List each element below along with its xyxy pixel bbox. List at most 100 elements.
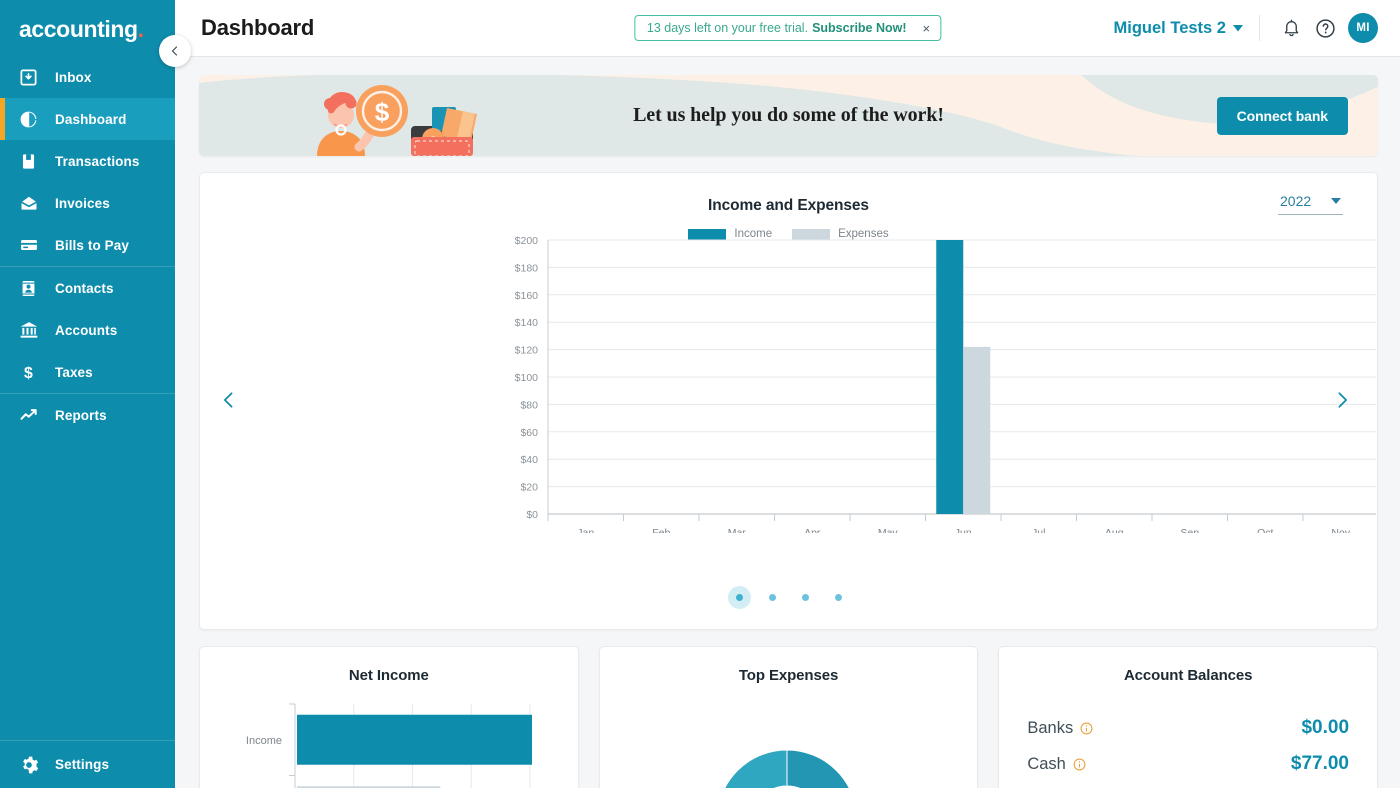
y-axis-tick: $100 bbox=[515, 372, 539, 384]
x-axis-label: Oct bbox=[1257, 527, 1273, 533]
sidebar-item-invoices[interactable]: Invoices bbox=[0, 182, 175, 224]
sidebar-item-contacts[interactable]: Contacts bbox=[0, 267, 175, 309]
subscribe-now-link[interactable]: Subscribe Now! bbox=[812, 21, 906, 35]
brand-name: accounting bbox=[19, 16, 138, 42]
avatar[interactable]: MI bbox=[1348, 13, 1378, 43]
sidebar-group-1: Inbox Dashboard Transactions Invoices Bi… bbox=[0, 56, 175, 267]
chart-title: Income and Expenses bbox=[708, 197, 869, 214]
top-expenses-donut-svg bbox=[717, 749, 857, 788]
sidebar-item-label: Dashboard bbox=[55, 111, 127, 127]
notifications-button[interactable] bbox=[1274, 11, 1308, 45]
x-axis-label: Jun bbox=[955, 527, 972, 533]
gear-icon bbox=[19, 755, 43, 775]
donut-slice-2[interactable] bbox=[717, 749, 788, 788]
sidebar-item-inbox[interactable]: Inbox bbox=[0, 56, 175, 98]
brand-logo: accounting. bbox=[0, 0, 175, 54]
org-switcher[interactable]: Miguel Tests 2 bbox=[1114, 19, 1243, 38]
chevron-down-icon bbox=[1331, 198, 1341, 204]
carousel-pagination bbox=[200, 586, 1377, 609]
bell-icon bbox=[1282, 18, 1301, 38]
balance-row-banks: Banks $0.00 bbox=[999, 717, 1377, 739]
sidebar-item-label: Inbox bbox=[55, 69, 92, 85]
main-area: Dashboard 13 days left on your free tria… bbox=[175, 0, 1400, 788]
balance-value: $0.00 bbox=[1301, 717, 1350, 738]
top-expenses-card: Top Expenses bbox=[598, 646, 979, 788]
carousel-dot-1[interactable] bbox=[727, 586, 751, 609]
sidebar-item-reports[interactable]: Reports bbox=[0, 394, 175, 436]
chevron-left-icon bbox=[169, 45, 181, 57]
income-expenses-card: Income and Expenses Income Expenses 2022 bbox=[199, 172, 1378, 630]
carousel-prev-button[interactable] bbox=[214, 385, 244, 415]
info-icon[interactable] bbox=[1073, 758, 1086, 771]
sidebar-item-transactions[interactable]: Transactions bbox=[0, 140, 175, 182]
sidebar-item-settings[interactable]: Settings bbox=[0, 740, 175, 788]
reports-trend-icon bbox=[19, 405, 43, 425]
carousel-dot-3[interactable] bbox=[801, 594, 809, 601]
balance-value: $77.00 bbox=[1290, 753, 1350, 774]
carousel-dot-2[interactable] bbox=[768, 594, 776, 601]
inbox-icon bbox=[19, 67, 43, 87]
connect-bank-button[interactable]: Connect bank bbox=[1216, 96, 1348, 135]
topbar-divider bbox=[1259, 15, 1260, 41]
balance-label: Cash bbox=[1027, 755, 1086, 774]
org-name-label: Miguel Tests 2 bbox=[1113, 18, 1226, 37]
transactions-icon bbox=[19, 151, 43, 171]
bar-expenses-Jun[interactable] bbox=[963, 346, 991, 514]
y-axis-tick: $140 bbox=[515, 317, 539, 329]
dashboard-content: $ $ Let us help you do some of the work!… bbox=[175, 57, 1400, 788]
chevron-down-icon bbox=[1233, 24, 1243, 32]
sidebar-item-taxes[interactable]: $ Taxes bbox=[0, 351, 175, 393]
question-circle-icon bbox=[1315, 18, 1336, 39]
net-income-category-label: Income bbox=[246, 735, 282, 747]
sidebar-collapse-button[interactable] bbox=[159, 35, 191, 67]
sidebar-item-bills-to-pay[interactable]: Bills to Pay bbox=[0, 224, 175, 266]
sidebar-group-2: Contacts Accounts $ Taxes bbox=[0, 267, 175, 394]
net-income-title: Net Income bbox=[348, 667, 429, 684]
year-select[interactable]: 2022 bbox=[1278, 190, 1343, 215]
sidebar-settings-group: Settings bbox=[0, 740, 175, 788]
x-axis-label: Mar bbox=[728, 527, 747, 533]
carousel-next-button[interactable] bbox=[1327, 385, 1357, 415]
sidebar-item-label: Taxes bbox=[55, 364, 93, 380]
trial-banner[interactable]: 13 days left on your free trial. Subscri… bbox=[633, 15, 942, 41]
sidebar-item-label: Invoices bbox=[55, 195, 110, 211]
top-expenses-title: Top Expenses bbox=[738, 667, 839, 684]
close-icon[interactable]: × bbox=[923, 22, 931, 35]
bar-income-Jun[interactable] bbox=[936, 240, 964, 514]
sidebar-item-label: Transactions bbox=[55, 153, 140, 169]
sidebar-group-3: Reports bbox=[0, 394, 175, 436]
net-income-chart-svg: Income bbox=[246, 703, 532, 788]
sidebar-item-accounts[interactable]: Accounts bbox=[0, 309, 175, 351]
sidebar-item-dashboard[interactable]: Dashboard bbox=[0, 98, 175, 140]
help-button[interactable] bbox=[1308, 11, 1342, 45]
y-axis-tick: $180 bbox=[515, 262, 539, 274]
x-axis-label: Apr bbox=[804, 527, 821, 533]
sidebar-item-label: Reports bbox=[55, 407, 107, 423]
sidebar: accounting. Inbox Dashboard Transactions… bbox=[0, 0, 191, 788]
info-icon[interactable] bbox=[1080, 722, 1093, 735]
net-income-bar-income[interactable] bbox=[297, 714, 532, 765]
contacts-icon bbox=[19, 278, 43, 298]
income-expenses-plot: $0 $20 $40 $60 $80 $100 $120 $140 $160 $180 $200 Ja… bbox=[200, 233, 1377, 533]
y-axis-tick: $40 bbox=[520, 454, 538, 466]
promo-headline: Let us help you do some of the work! bbox=[633, 104, 944, 126]
x-axis-label: Sep bbox=[1180, 527, 1199, 533]
net-income-card: Net Income Income bbox=[199, 646, 579, 788]
y-axis-tick: $160 bbox=[515, 290, 539, 302]
bills-card-icon bbox=[19, 235, 43, 255]
bar-chart-svg: $0 $20 $40 $60 $80 $100 $120 $140 $160 $180 $200 Ja… bbox=[515, 235, 1376, 533]
topbar-right: Miguel Tests 2 MI bbox=[1114, 11, 1378, 45]
dashboard-pie-icon bbox=[19, 109, 43, 129]
app-root: accounting. Inbox Dashboard Transactions… bbox=[0, 0, 1400, 788]
balance-label: Banks bbox=[1027, 719, 1093, 738]
carousel-dot-4[interactable] bbox=[834, 594, 842, 601]
sidebar-item-label: Bills to Pay bbox=[55, 237, 129, 253]
x-axis-label: Feb bbox=[652, 527, 670, 533]
bottom-cards-row: Net Income Income Top Expenses Account B… bbox=[199, 646, 1379, 788]
sidebar-nav: Inbox Dashboard Transactions Invoices Bi… bbox=[0, 56, 175, 436]
account-balances-title: Account Balances bbox=[1123, 667, 1253, 684]
x-axis-label: May bbox=[878, 527, 899, 533]
donut-slice-1[interactable] bbox=[786, 749, 857, 788]
y-axis-tick: $120 bbox=[515, 345, 539, 357]
taxes-dollar-icon: $ bbox=[19, 362, 43, 382]
